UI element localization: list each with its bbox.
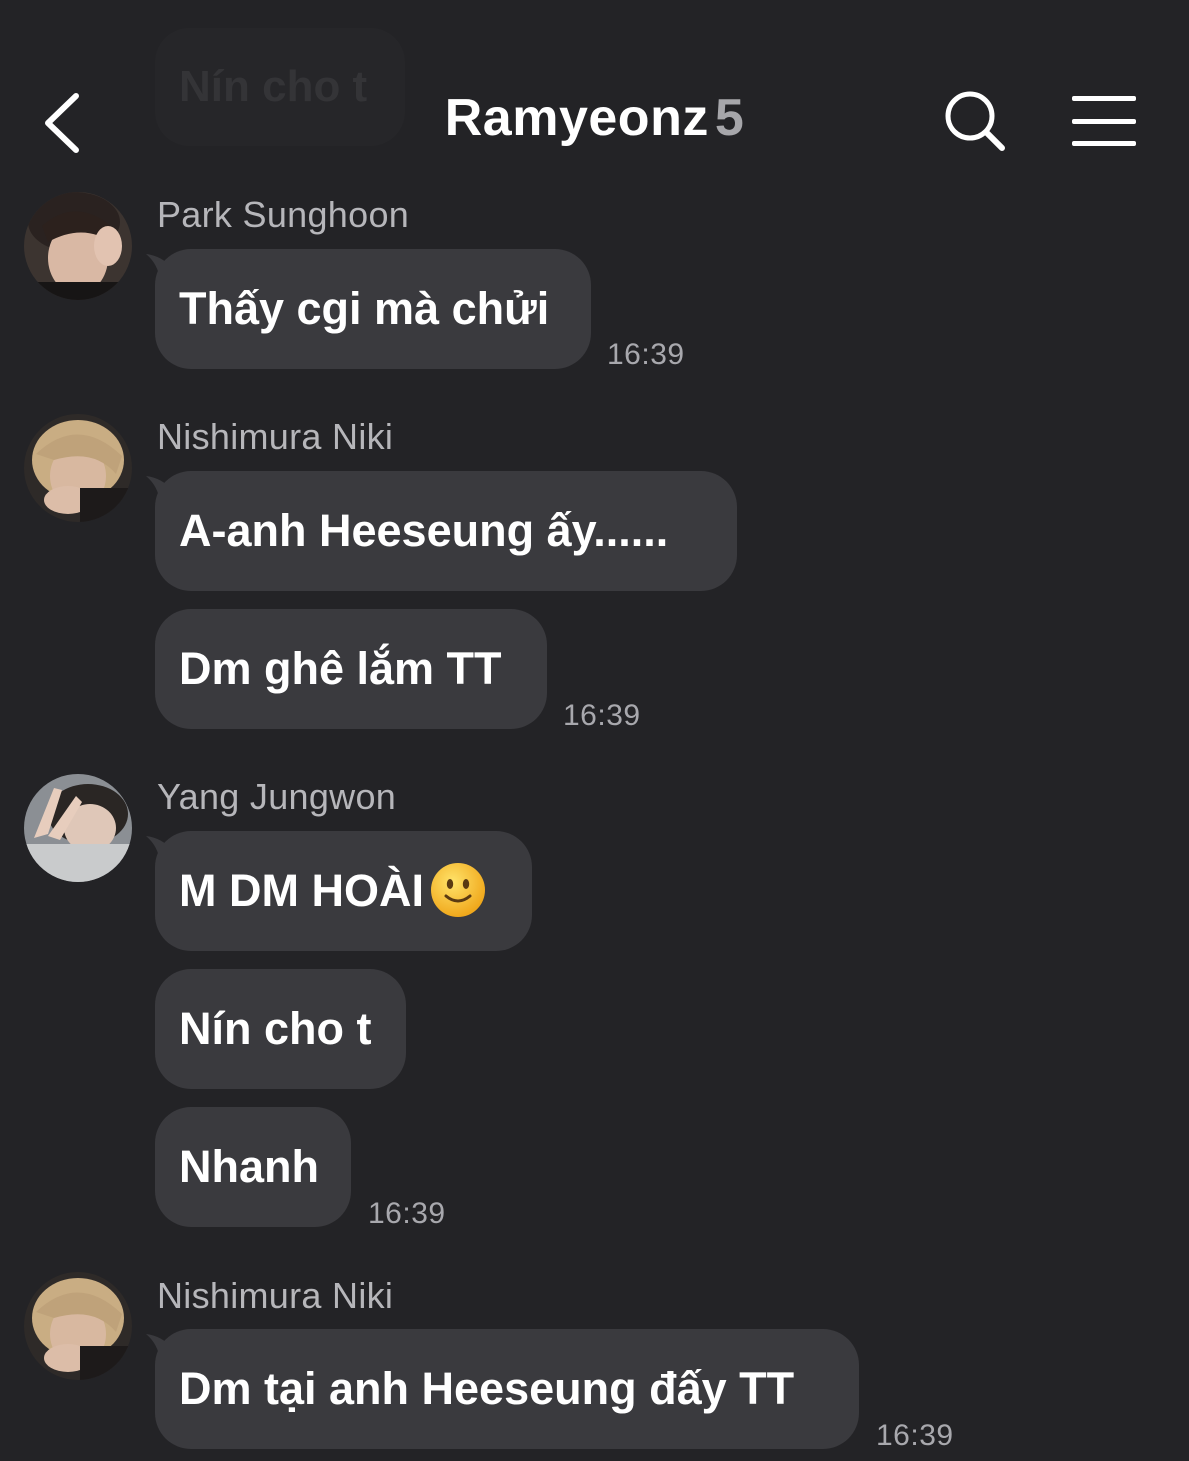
avatar-photo-icon [24, 1272, 132, 1380]
avatar-photo-icon [24, 414, 132, 522]
message-bubble[interactable]: Thấy cgi mà chửi [155, 249, 591, 369]
message-timestamp: 16:39 [607, 338, 685, 371]
chat-title: Ramyeonz 5 [300, 88, 889, 148]
chevron-left-icon [45, 93, 79, 153]
avatar[interactable] [24, 774, 132, 882]
sender-name: Park Sunghoon [157, 194, 410, 235]
chat-header: Ramyeonz 5 [0, 0, 1189, 190]
message-bubble[interactable]: Nín cho t [155, 969, 406, 1089]
message-timestamp: 16:39 [563, 699, 641, 732]
avatar[interactable] [24, 192, 132, 300]
message-bubble[interactable]: M DM HOÀI [155, 831, 532, 951]
member-count: 5 [714, 89, 745, 147]
avatar-photo-icon [24, 192, 132, 300]
slightly-smiling-face-emoji [430, 863, 485, 918]
sender-name: Yang Jungwon [157, 776, 397, 817]
chat-screen: Nín cho t Ramyeonz 5 Park Sunghoon Thấy … [0, 0, 1189, 1461]
message-bubble[interactable]: Nhanh [155, 1107, 351, 1227]
avatar[interactable] [24, 414, 132, 522]
back-button[interactable] [36, 88, 96, 158]
message-bubble[interactable]: A-anh Heeseung ấy...... [155, 471, 737, 591]
message-text: M DM HOÀI [179, 865, 424, 916]
message-bubble[interactable]: Dm tại anh Heeseung đấy TT [155, 1329, 859, 1449]
message-bubble[interactable]: Dm ghê lắm TT [155, 609, 547, 729]
menu-button[interactable] [1066, 90, 1142, 150]
sender-name: Nishimura Niki [157, 416, 394, 457]
avatar-photo-icon [24, 774, 132, 882]
avatar[interactable] [24, 1272, 132, 1380]
search-icon [945, 91, 1005, 151]
message-timestamp: 16:39 [876, 1419, 954, 1452]
group-name: Ramyeonz [444, 89, 709, 147]
sender-name: Nishimura Niki [157, 1275, 394, 1316]
message-timestamp: 16:39 [368, 1197, 446, 1230]
search-button[interactable] [940, 86, 1010, 156]
